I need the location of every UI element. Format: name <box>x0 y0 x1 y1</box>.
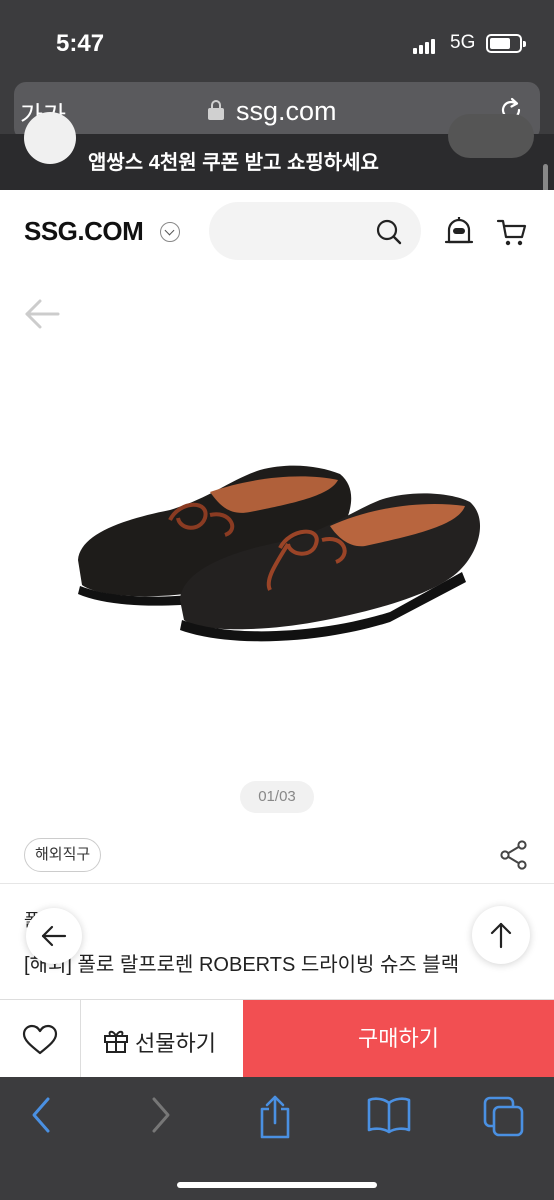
bookmarks-icon[interactable] <box>366 1095 412 1140</box>
heart-icon <box>22 1024 58 1055</box>
status-bar: 5:47 5G <box>0 0 554 80</box>
floating-back-button[interactable] <box>26 908 82 964</box>
divider <box>0 883 554 884</box>
gift-button[interactable]: 선물하기 <box>81 1000 243 1078</box>
signal-icon <box>413 36 437 54</box>
battery-icon <box>486 34 526 53</box>
home-indicator <box>177 1182 377 1188</box>
promo-avatar <box>24 112 76 164</box>
share-sheet-icon[interactable] <box>256 1095 294 1144</box>
wishlist-button[interactable] <box>0 1000 81 1078</box>
tabs-icon[interactable] <box>482 1095 526 1144</box>
promo-button[interactable] <box>448 114 534 158</box>
gift-icon <box>104 1030 128 1053</box>
network-label: 5G <box>450 32 476 53</box>
chevron-down-icon[interactable] <box>160 222 180 242</box>
product-image[interactable] <box>60 440 500 655</box>
scroll-top-button[interactable] <box>472 906 530 964</box>
search-icon[interactable] <box>375 218 403 251</box>
cart-icon[interactable] <box>496 216 528 253</box>
buy-button[interactable]: 구매하기 <box>243 1000 554 1078</box>
back-icon[interactable] <box>28 1095 56 1140</box>
purchase-action-bar: 선물하기 구매하기 <box>0 999 554 1078</box>
ssg-logo[interactable]: SSG.COM <box>24 216 144 247</box>
search-input[interactable] <box>209 202 421 260</box>
url-text[interactable]: ssg.com <box>236 96 337 127</box>
site-header: SSG.COM <box>0 190 554 276</box>
overseas-tag: 해외직구 <box>24 838 102 872</box>
product-title: [해외] 폴로 랄프로렌 ROBERTS 드라이빙 슈즈 블랙 <box>24 954 460 976</box>
forward-icon[interactable] <box>146 1095 174 1140</box>
back-arrow-icon[interactable] <box>24 298 60 335</box>
lock-icon <box>208 100 224 120</box>
image-pager: 01/03 <box>240 781 314 813</box>
chatbot-icon[interactable] <box>444 216 474 253</box>
promo-banner[interactable]: 앱쌍스 4천원 쿠폰 받고 쇼핑하세요 <box>0 112 554 190</box>
share-icon[interactable] <box>500 840 528 875</box>
status-time: 5:47 <box>56 30 105 57</box>
promo-text: 앱쌍스 4천원 쿠폰 받고 쇼핑하세요 <box>88 152 379 174</box>
gift-label: 선물하기 <box>135 1031 216 1056</box>
